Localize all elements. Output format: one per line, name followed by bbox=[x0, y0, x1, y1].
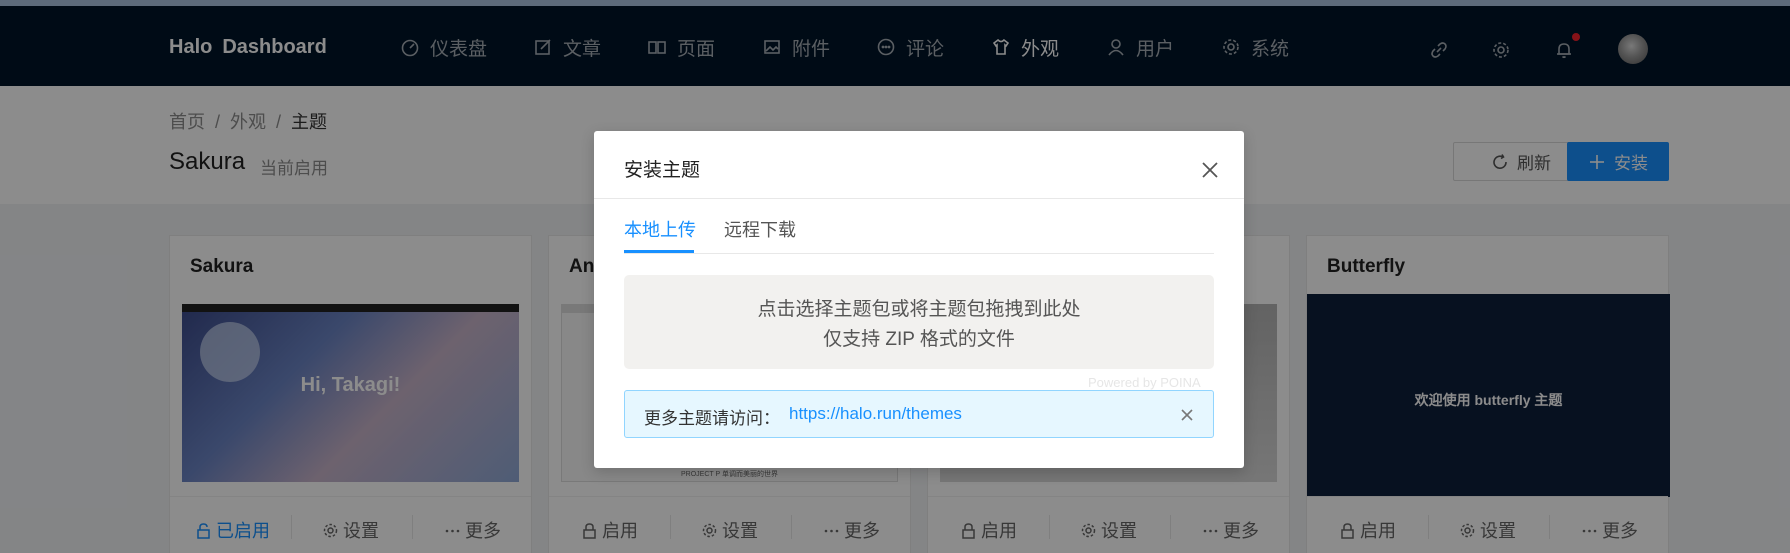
tab-local-upload[interactable]: 本地上传 bbox=[624, 216, 696, 242]
info-label: 更多主题请访问： bbox=[644, 409, 780, 428]
dropzone-format-hint: 仅支持 ZIP 格式的文件 bbox=[823, 329, 1015, 350]
install-theme-modal: 安装主题 本地上传 远程下载 点击选择主题包或将主题包拖拽到此处 仅支持 ZIP… bbox=[594, 131, 1244, 468]
dropzone-hint: 点击选择主题包或将主题包拖拽到此处 bbox=[757, 299, 1081, 320]
powered-by-text: Powered by POINA bbox=[1088, 375, 1201, 390]
modal-title: 安装主题 bbox=[624, 160, 701, 181]
info-alert: 更多主题请访问： https://halo.run/themes bbox=[624, 390, 1214, 438]
tab-remote-download[interactable]: 远程下载 bbox=[724, 216, 796, 242]
upload-dropzone[interactable]: 点击选择主题包或将主题包拖拽到此处 仅支持 ZIP 格式的文件 bbox=[624, 275, 1214, 369]
modal-divider bbox=[594, 198, 1244, 199]
close-icon[interactable] bbox=[1198, 158, 1222, 182]
themes-link[interactable]: https://halo.run/themes bbox=[789, 404, 962, 424]
close-icon[interactable] bbox=[1179, 407, 1195, 423]
tab-bar-line bbox=[624, 253, 1214, 254]
